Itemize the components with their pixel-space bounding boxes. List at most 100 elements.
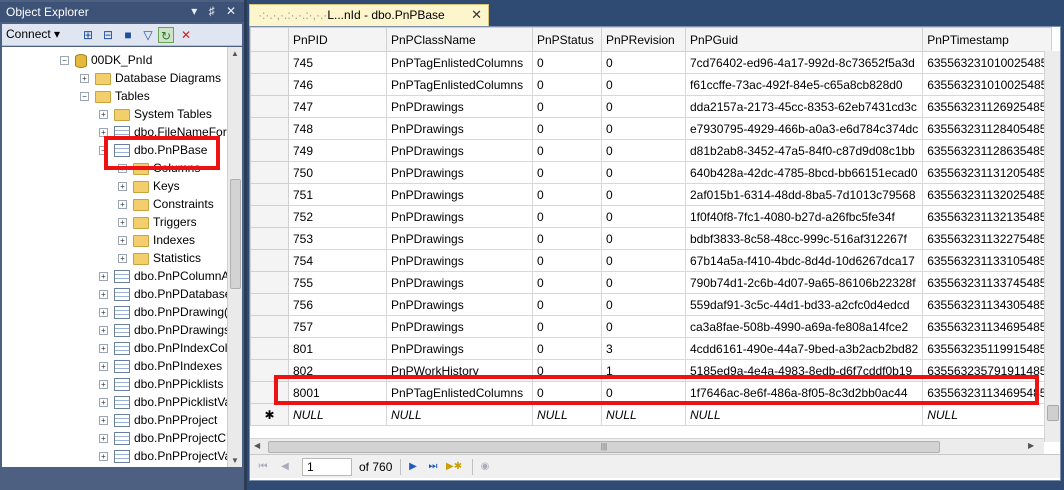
table-cell[interactable]: NULL <box>532 403 602 426</box>
table-cell[interactable]: 0 <box>601 205 686 228</box>
table-cell[interactable]: 0 <box>532 95 602 118</box>
expand-icon[interactable]: + <box>99 110 108 120</box>
tree-node[interactable]: + dbo.PnPIndexCol <box>99 339 227 357</box>
table-cell[interactable]: NULL <box>288 403 387 426</box>
row-selector[interactable] <box>250 271 289 294</box>
tab-close-icon[interactable]: ✕ <box>471 7 482 23</box>
expand-icon[interactable]: + <box>99 398 108 408</box>
table-cell[interactable]: bdbf3833-8c58-48cc-999c-516af312267f <box>684 227 924 250</box>
table-row[interactable]: 752 PnPDrawings 0 0 1f0f40f8-7fc1-4080-b27d-… <box>250 205 1053 228</box>
table-cell[interactable]: 2af015b1-6314-48dd-8ba5-7d1013c79568 <box>684 183 924 206</box>
table-cell[interactable]: 0 <box>532 139 602 162</box>
table-cell[interactable]: 750 <box>288 161 387 184</box>
expand-icon[interactable]: + <box>80 74 89 84</box>
current-page-input[interactable]: 1 <box>302 458 352 476</box>
table-cell[interactable]: PnPDrawings <box>386 293 533 316</box>
table-cell[interactable]: 0 <box>532 51 602 74</box>
stop-icon[interactable]: ■ <box>120 27 136 43</box>
table-row[interactable]: 757 PnPDrawings 0 0 ca3a8fae-508b-4990-a69a-… <box>250 315 1053 338</box>
table-cell[interactable]: PnPDrawings <box>386 205 533 228</box>
expand-icon[interactable]: + <box>99 416 108 426</box>
tree-node[interactable]: + Triggers <box>118 213 197 231</box>
table-cell[interactable]: 4cdd6161-490e-44a7-9bed-a3b2acb2bd82 <box>684 337 924 360</box>
table-cell[interactable]: 635563231134305485 <box>922 293 1053 316</box>
column-header[interactable]: PnPStatus <box>532 27 602 52</box>
table-cell[interactable]: 753 <box>288 227 387 250</box>
table-cell[interactable]: 0 <box>532 73 602 96</box>
connect-button[interactable]: Connect ▾ <box>6 27 60 41</box>
grid-vscroll-thumb[interactable] <box>1047 405 1059 421</box>
grid-hscroll-thumb[interactable]: ||| <box>268 441 940 453</box>
table-cell[interactable]: 0 <box>601 139 686 162</box>
tree-node[interactable]: − 00DK_PnId <box>60 51 152 69</box>
tree-node[interactable]: + dbo.PnPPicklistVa <box>99 393 231 411</box>
tree-node[interactable]: + Statistics <box>118 249 201 267</box>
tree-node[interactable]: + dbo.PnPIndexes <box>99 357 222 375</box>
row-selector[interactable] <box>250 183 289 206</box>
table-cell[interactable]: 0 <box>601 249 686 272</box>
table-cell[interactable]: 745 <box>288 51 387 74</box>
tree-node[interactable]: + Database Diagrams <box>80 69 221 87</box>
table-cell[interactable]: 559daf91-3c5c-44d1-bd33-a2cfc0d4edcd <box>684 293 924 316</box>
tree-node[interactable]: + dbo.PnPProjectVa <box>99 447 231 465</box>
expand-icon[interactable]: + <box>99 434 108 444</box>
table-cell[interactable]: 0 <box>532 117 602 140</box>
table-cell[interactable]: PnPDrawings <box>386 139 533 162</box>
column-header[interactable]: PnPRevision <box>601 27 686 52</box>
table-cell[interactable]: 0 <box>601 315 686 338</box>
object-explorer-vertical-scrollbar[interactable]: ▲ ▼ <box>227 47 242 467</box>
row-selector[interactable] <box>250 139 289 162</box>
table-row[interactable]: 751 PnPDrawings 0 0 2af015b1-6314-48dd-8ba5-… <box>250 183 1053 206</box>
table-cell[interactable]: e7930795-4929-466b-a0a3-e6d784c374dc <box>684 117 924 140</box>
table-cell[interactable]: 635563231133745485 <box>922 271 1053 294</box>
table-cell[interactable]: 801 <box>288 337 387 360</box>
tree-node[interactable]: + dbo.PnPColumnA <box>99 267 229 285</box>
table-cell[interactable]: 0 <box>532 315 602 338</box>
table-cell[interactable]: PnPDrawings <box>386 249 533 272</box>
table-row[interactable]: 746 PnPTagEnlistedColumns 0 0 f61ccffe-73ac-… <box>250 73 1053 96</box>
table-cell[interactable]: PnPTagEnlistedColumns <box>386 51 533 74</box>
table-cell[interactable]: 635563235119915485 <box>922 337 1053 360</box>
tree-node[interactable]: + dbo.PnPPicklists <box>99 375 223 393</box>
new-record-icon[interactable]: ▶✱ <box>446 460 462 474</box>
table-cell[interactable]: 0 <box>532 249 602 272</box>
previous-record-icon[interactable]: ◀ <box>278 460 292 474</box>
table-cell[interactable]: PnPTagEnlistedColumns <box>386 73 533 96</box>
tree-node[interactable]: + Indexes <box>118 231 195 249</box>
scroll-right-arrow-icon[interactable]: ▶ <box>1028 441 1034 450</box>
table-cell[interactable]: 635563231010025485 <box>922 73 1053 96</box>
expand-icon[interactable]: + <box>99 452 108 462</box>
stop-loading-icon[interactable]: ◉ <box>478 460 492 474</box>
table-cell[interactable]: 7cd76402-ed96-4a17-992d-8c73652f5a3d <box>684 51 924 74</box>
table-cell[interactable]: 0 <box>601 161 686 184</box>
table-cell[interactable]: 0 <box>532 227 602 250</box>
table-cell[interactable]: f61ccffe-73ac-492f-84e5-c65a8cb828d0 <box>684 73 924 96</box>
table-cell[interactable]: 635563231128635485 <box>922 139 1053 162</box>
table-cell[interactable]: 756 <box>288 293 387 316</box>
tab-query-results[interactable]: ·:·.·,·.:·.·.:·,·.·L...nId - dbo.PnPBase… <box>249 4 489 26</box>
table-cell[interactable]: 751 <box>288 183 387 206</box>
table-cell[interactable]: 67b14a5a-f410-4bdc-8d4d-10d6267dca17 <box>684 249 924 272</box>
row-selector[interactable] <box>250 249 289 272</box>
table-cell[interactable]: 757 <box>288 315 387 338</box>
expand-icon[interactable]: + <box>118 218 127 228</box>
scroll-left-arrow-icon[interactable]: ◀ <box>254 441 260 450</box>
row-selector[interactable] <box>250 227 289 250</box>
row-selector[interactable] <box>250 161 289 184</box>
table-cell[interactable]: 3 <box>601 337 686 360</box>
table-row[interactable]: 745 PnPTagEnlistedColumns 0 0 7cd76402-ed96-… <box>250 51 1053 74</box>
table-cell[interactable]: 635563231131205485 <box>922 161 1053 184</box>
expand-icon[interactable]: + <box>99 308 108 318</box>
scroll-down-arrow-icon[interactable]: ▼ <box>231 456 239 465</box>
column-header[interactable]: PnPGuid <box>684 27 924 52</box>
table-cell[interactable]: 0 <box>601 117 686 140</box>
table-cell[interactable]: d81b2ab8-3452-47a5-84f0-c87d9d08c1bb <box>684 139 924 162</box>
table-cell[interactable]: 0 <box>532 183 602 206</box>
table-cell[interactable]: PnPDrawings <box>386 183 533 206</box>
tree-node[interactable]: + Keys <box>118 177 180 195</box>
table-cell[interactable]: 790b74d1-2c6b-4d07-9a65-86106b22328f <box>684 271 924 294</box>
table-cell[interactable]: 635563231132025485 <box>922 183 1053 206</box>
table-cell[interactable]: 749 <box>288 139 387 162</box>
expand-icon[interactable]: + <box>99 362 108 372</box>
expand-icon[interactable]: + <box>99 344 108 354</box>
